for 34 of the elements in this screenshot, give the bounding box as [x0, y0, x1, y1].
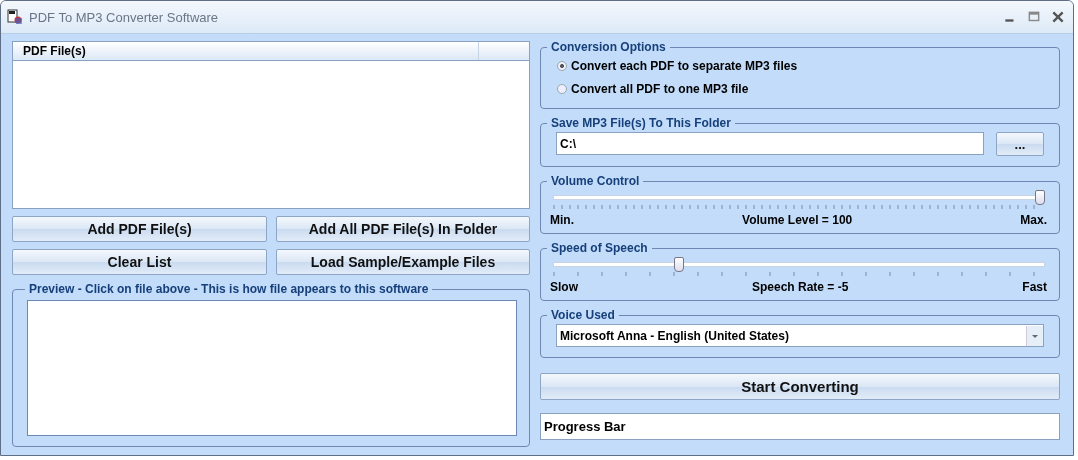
min-label: Min. — [550, 213, 574, 227]
maximize-icon[interactable] — [1027, 10, 1041, 24]
level-reading: Volume Level = 100 — [742, 213, 853, 227]
action-button[interactable]: Add All PDF File(s) In Folder — [276, 216, 530, 242]
group-title: Conversion Options — [550, 40, 667, 54]
min-label: Slow — [550, 280, 578, 294]
radio-icon[interactable] — [557, 60, 567, 71]
browse-button[interactable]: ... — [996, 132, 1044, 156]
action-button[interactable]: Clear List — [12, 249, 267, 275]
group-title: Voice Used — [550, 308, 616, 322]
group-title: Speed of Speech — [550, 241, 649, 255]
file-list[interactable]: PDF File(s) — [12, 41, 530, 209]
app-icon — [7, 9, 23, 25]
group-title: Preview - Click on file above - This is how file appears to this software — [28, 282, 430, 296]
slider-thumb[interactable] — [673, 257, 684, 272]
slider-thumb[interactable] — [1035, 190, 1045, 205]
max-label: Fast — [1022, 280, 1047, 294]
radio-icon[interactable] — [557, 83, 567, 94]
level-reading: Speech Rate = -5 — [751, 280, 849, 294]
status-text: Progress Bar — [544, 418, 626, 436]
group-title: Volume Control — [550, 174, 641, 188]
start-button[interactable]: Start Converting — [540, 373, 1060, 400]
group-title: Save MP3 File(s) To This Folder — [550, 116, 732, 130]
radio-option[interactable]: Convert each PDF to separate MP3 files — [549, 54, 1051, 77]
action-button[interactable]: Add PDF File(s) — [12, 216, 267, 242]
max-label: Max. — [1020, 213, 1047, 227]
radio-option[interactable]: Convert all PDF to one MP3 file — [549, 77, 1051, 100]
voice-dropdown[interactable]: Microsoft Anna - English (United States) — [556, 324, 1044, 347]
close-icon[interactable] — [1051, 10, 1065, 24]
slider-track[interactable] — [553, 257, 1045, 271]
folder-field[interactable]: C:\ — [556, 132, 984, 155]
slider-track[interactable] — [553, 190, 1045, 204]
action-button[interactable]: Load Sample/Example Files — [276, 249, 530, 275]
window-title: PDF To MP3 Converter Software — [29, 9, 220, 25]
